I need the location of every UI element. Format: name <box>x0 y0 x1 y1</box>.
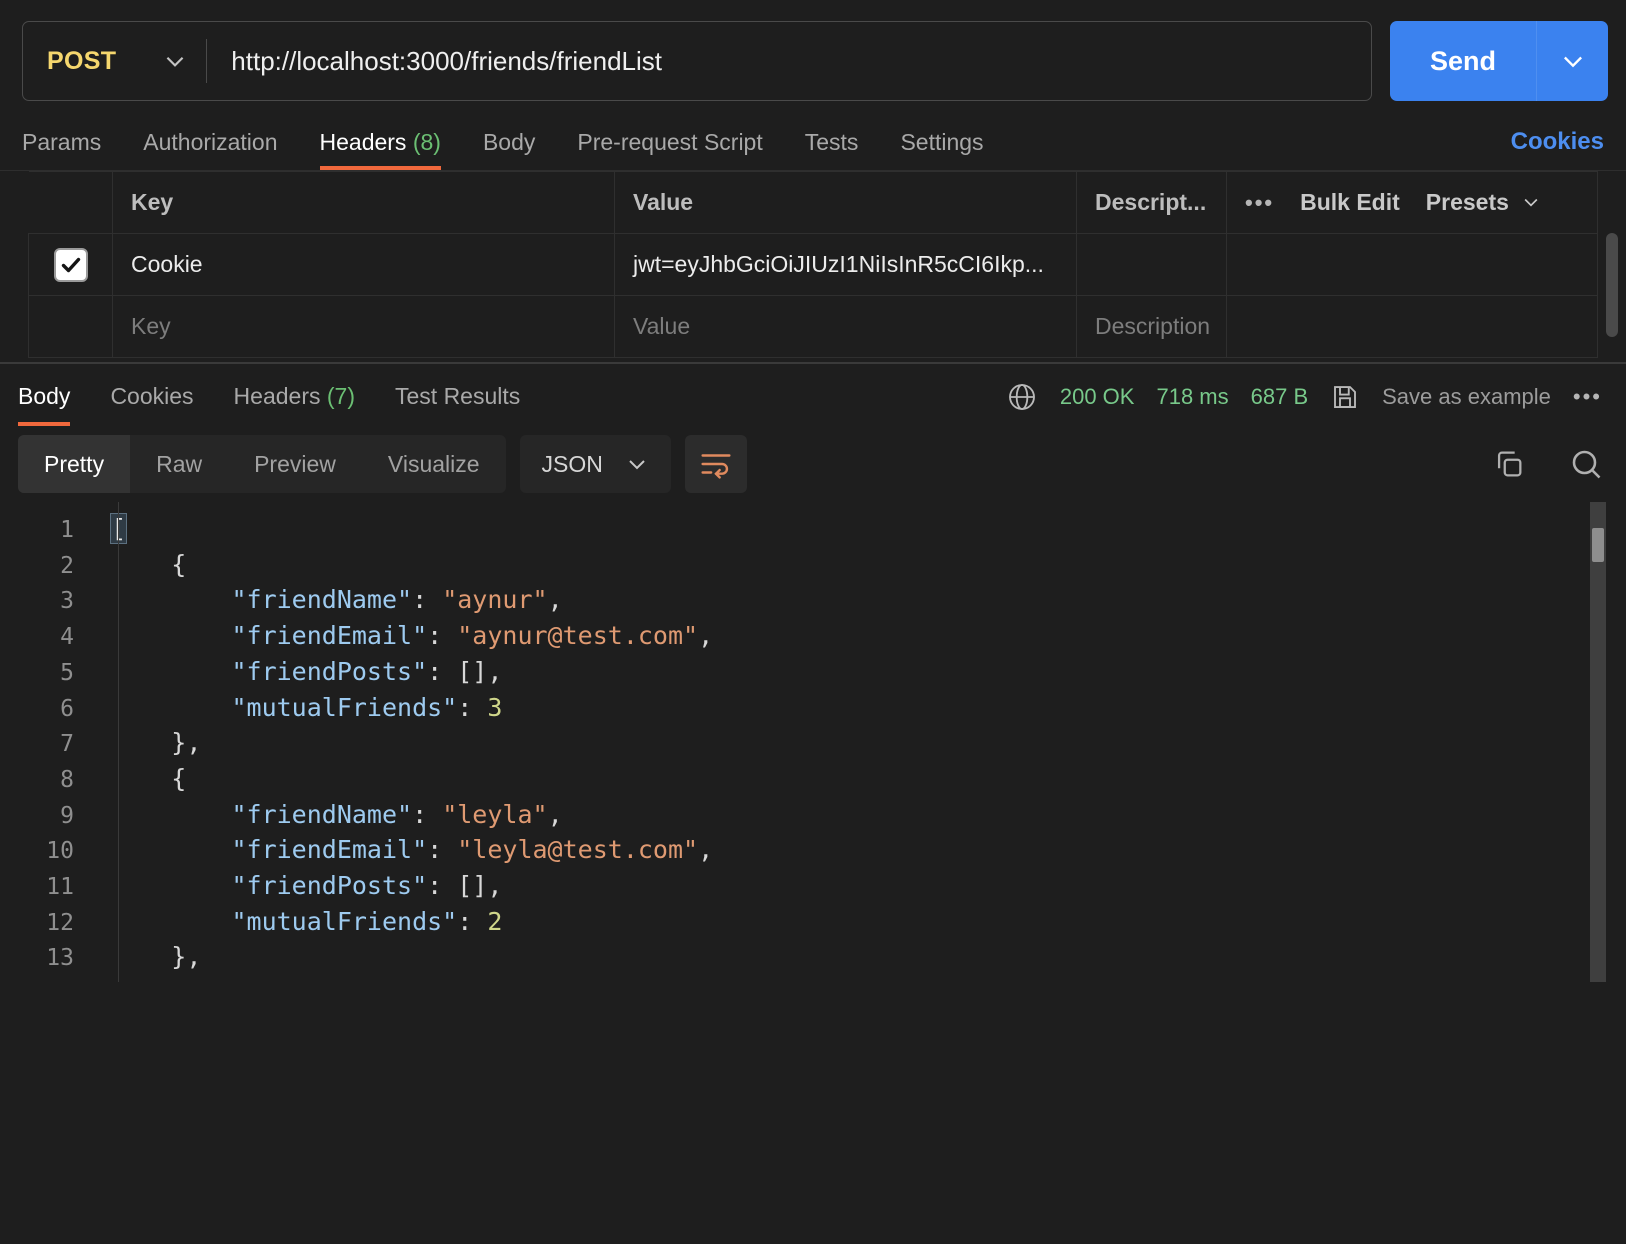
tab-pre-request-script[interactable]: Pre-request Script <box>577 129 762 170</box>
http-method-selector[interactable]: POST <box>23 22 206 100</box>
response-tab-headers[interactable]: Headers (7) <box>234 369 355 426</box>
tab-headers-label: Headers <box>319 129 407 155</box>
code-scrollbar-thumb[interactable] <box>1592 528 1604 562</box>
tab-params-label: Params <box>22 129 102 155</box>
format-label: JSON <box>541 450 603 477</box>
row-actions-cell <box>1226 233 1598 296</box>
send-button-group: Send <box>1389 21 1608 101</box>
table-row-placeholder[interactable]: Key Value Description <box>28 295 1598 358</box>
response-tab-body-label: Body <box>18 382 71 409</box>
row-value-cell[interactable]: jwt=eyJhbGciOiJIUzI1NiIsInR5cCI6Ikp... <box>614 233 1077 296</box>
placeholder-checkbox-cell <box>28 295 113 358</box>
placeholder-key-cell[interactable]: Key <box>112 295 615 358</box>
response-size: 687 B <box>1250 384 1309 409</box>
response-tab-cookies[interactable]: Cookies <box>110 369 193 426</box>
headers-table-header-row: Key Value Descript... ••• Bulk Edit Pres… <box>28 171 1598 234</box>
request-url-container: POST http://localhost:3000/friends/frien… <box>22 21 1372 101</box>
view-mode-visualize[interactable]: Visualize <box>362 435 506 493</box>
copy-icon[interactable] <box>1492 447 1526 481</box>
placeholder-description-text: Description <box>1095 313 1211 339</box>
tab-authorization-label: Authorization <box>143 129 278 155</box>
code-scrollbar-track[interactable] <box>1590 502 1606 982</box>
response-tab-test-results[interactable]: Test Results <box>395 369 520 426</box>
view-mode-segmented-control: Pretty Raw Preview Visualize <box>18 435 506 493</box>
response-status: 200 OK <box>1059 384 1135 409</box>
headers-table: Key Value Descript... ••• Bulk Edit Pres… <box>28 171 1598 358</box>
header-cell-key: Key <box>112 171 615 234</box>
format-selector[interactable]: JSON <box>519 435 671 493</box>
search-icon[interactable] <box>1568 446 1604 482</box>
chevron-down-icon <box>1524 198 1538 207</box>
send-options-chevron-down-icon[interactable] <box>1536 21 1608 101</box>
response-body-code-viewer[interactable]: 1 [ 2 { 3 "friendName": "aynur", 4 "frie… <box>0 502 1626 982</box>
http-method-label: POST <box>47 46 117 75</box>
view-mode-pretty[interactable]: Pretty <box>18 435 131 493</box>
tab-tests[interactable]: Tests <box>805 129 859 170</box>
tab-settings[interactable]: Settings <box>900 129 983 170</box>
placeholder-value-text: Value <box>633 313 691 339</box>
response-tab-bar: Body Cookies Headers (7) Test Results 20… <box>0 364 1626 430</box>
globe-icon[interactable] <box>1006 381 1038 413</box>
send-button[interactable]: Send <box>1389 21 1536 101</box>
row-description-cell[interactable] <box>1076 233 1227 296</box>
table-row[interactable]: Cookie jwt=eyJhbGciOiJIUzI1NiIsInR5cCI6I… <box>28 233 1598 296</box>
row-key-text: Cookie <box>131 251 203 277</box>
word-wrap-icon[interactable] <box>684 435 747 493</box>
response-tab-body[interactable]: Body <box>18 369 71 426</box>
cookies-link[interactable]: Cookies <box>1511 128 1604 170</box>
presets-label: Presets <box>1425 189 1509 215</box>
response-tab-cookies-label: Cookies <box>110 382 194 409</box>
row-key-cell[interactable]: Cookie <box>112 233 615 296</box>
url-bar: POST http://localhost:3000/friends/frien… <box>0 0 1626 108</box>
tab-authorization[interactable]: Authorization <box>143 129 277 170</box>
placeholder-key-text: Key <box>131 313 171 339</box>
header-cell-value: Value <box>614 171 1077 234</box>
response-time: 718 ms <box>1156 384 1229 409</box>
headers-scrollbar[interactable] <box>1606 233 1618 337</box>
tab-pre-request-script-label: Pre-request Script <box>577 129 763 155</box>
tab-headers-count: (8) <box>412 129 441 155</box>
chevron-down-icon <box>629 460 645 470</box>
response-tab-headers-count: (7) <box>326 382 355 409</box>
response-meta: 200 OK 718 ms 687 B Save as example ••• <box>1006 381 1602 413</box>
viewer-actions <box>1492 446 1604 482</box>
tab-body[interactable]: Body <box>483 129 535 170</box>
tab-tests-label: Tests <box>804 129 859 155</box>
json-code-block: 1 [ 2 { 3 "friendName": "aynur", 4 "frie… <box>0 502 1626 982</box>
response-tab-headers-label: Headers <box>233 382 321 409</box>
save-icon[interactable] <box>1330 382 1360 412</box>
tab-params[interactable]: Params <box>22 129 101 170</box>
request-tab-bar: Params Authorization Headers (8) Body Pr… <box>0 108 1626 170</box>
header-cell-description: Descript... <box>1076 171 1227 234</box>
url-input[interactable]: http://localhost:3000/friends/friendList <box>207 46 1371 77</box>
header-cell-checkbox <box>28 171 113 234</box>
view-mode-preview[interactable]: Preview <box>228 435 362 493</box>
chevron-down-icon <box>162 48 188 74</box>
check-icon <box>61 257 80 272</box>
response-viewer-toolbar: Pretty Raw Preview Visualize JSON <box>0 430 1626 502</box>
view-mode-raw[interactable]: Raw <box>130 435 228 493</box>
tab-body-label: Body <box>482 129 536 155</box>
placeholder-actions-cell <box>1226 295 1598 358</box>
header-enabled-checkbox[interactable] <box>53 247 88 282</box>
placeholder-value-cell[interactable]: Value <box>614 295 1077 358</box>
headers-table-actions: ••• Bulk Edit Presets <box>1226 171 1598 234</box>
tab-settings-label: Settings <box>900 129 984 155</box>
placeholder-description-cell[interactable]: Description <box>1076 295 1227 358</box>
response-tab-test-results-label: Test Results <box>395 382 521 409</box>
response-ellipsis-icon[interactable]: ••• <box>1573 386 1602 408</box>
row-value-text: jwt=eyJhbGciOiJIUzI1NiIsInR5cCI6Ikp... <box>633 251 1044 277</box>
save-as-example-button[interactable]: Save as example <box>1382 384 1551 410</box>
row-checkbox-cell <box>28 233 113 296</box>
headers-table-panel: Key Value Descript... ••• Bulk Edit Pres… <box>0 170 1626 362</box>
ellipsis-icon[interactable]: ••• <box>1245 191 1274 214</box>
presets-button[interactable]: Presets <box>1426 189 1542 216</box>
code-gutter-divider <box>118 502 119 982</box>
tab-headers[interactable]: Headers (8) <box>319 129 442 170</box>
bulk-edit-button[interactable]: Bulk Edit <box>1300 189 1400 216</box>
